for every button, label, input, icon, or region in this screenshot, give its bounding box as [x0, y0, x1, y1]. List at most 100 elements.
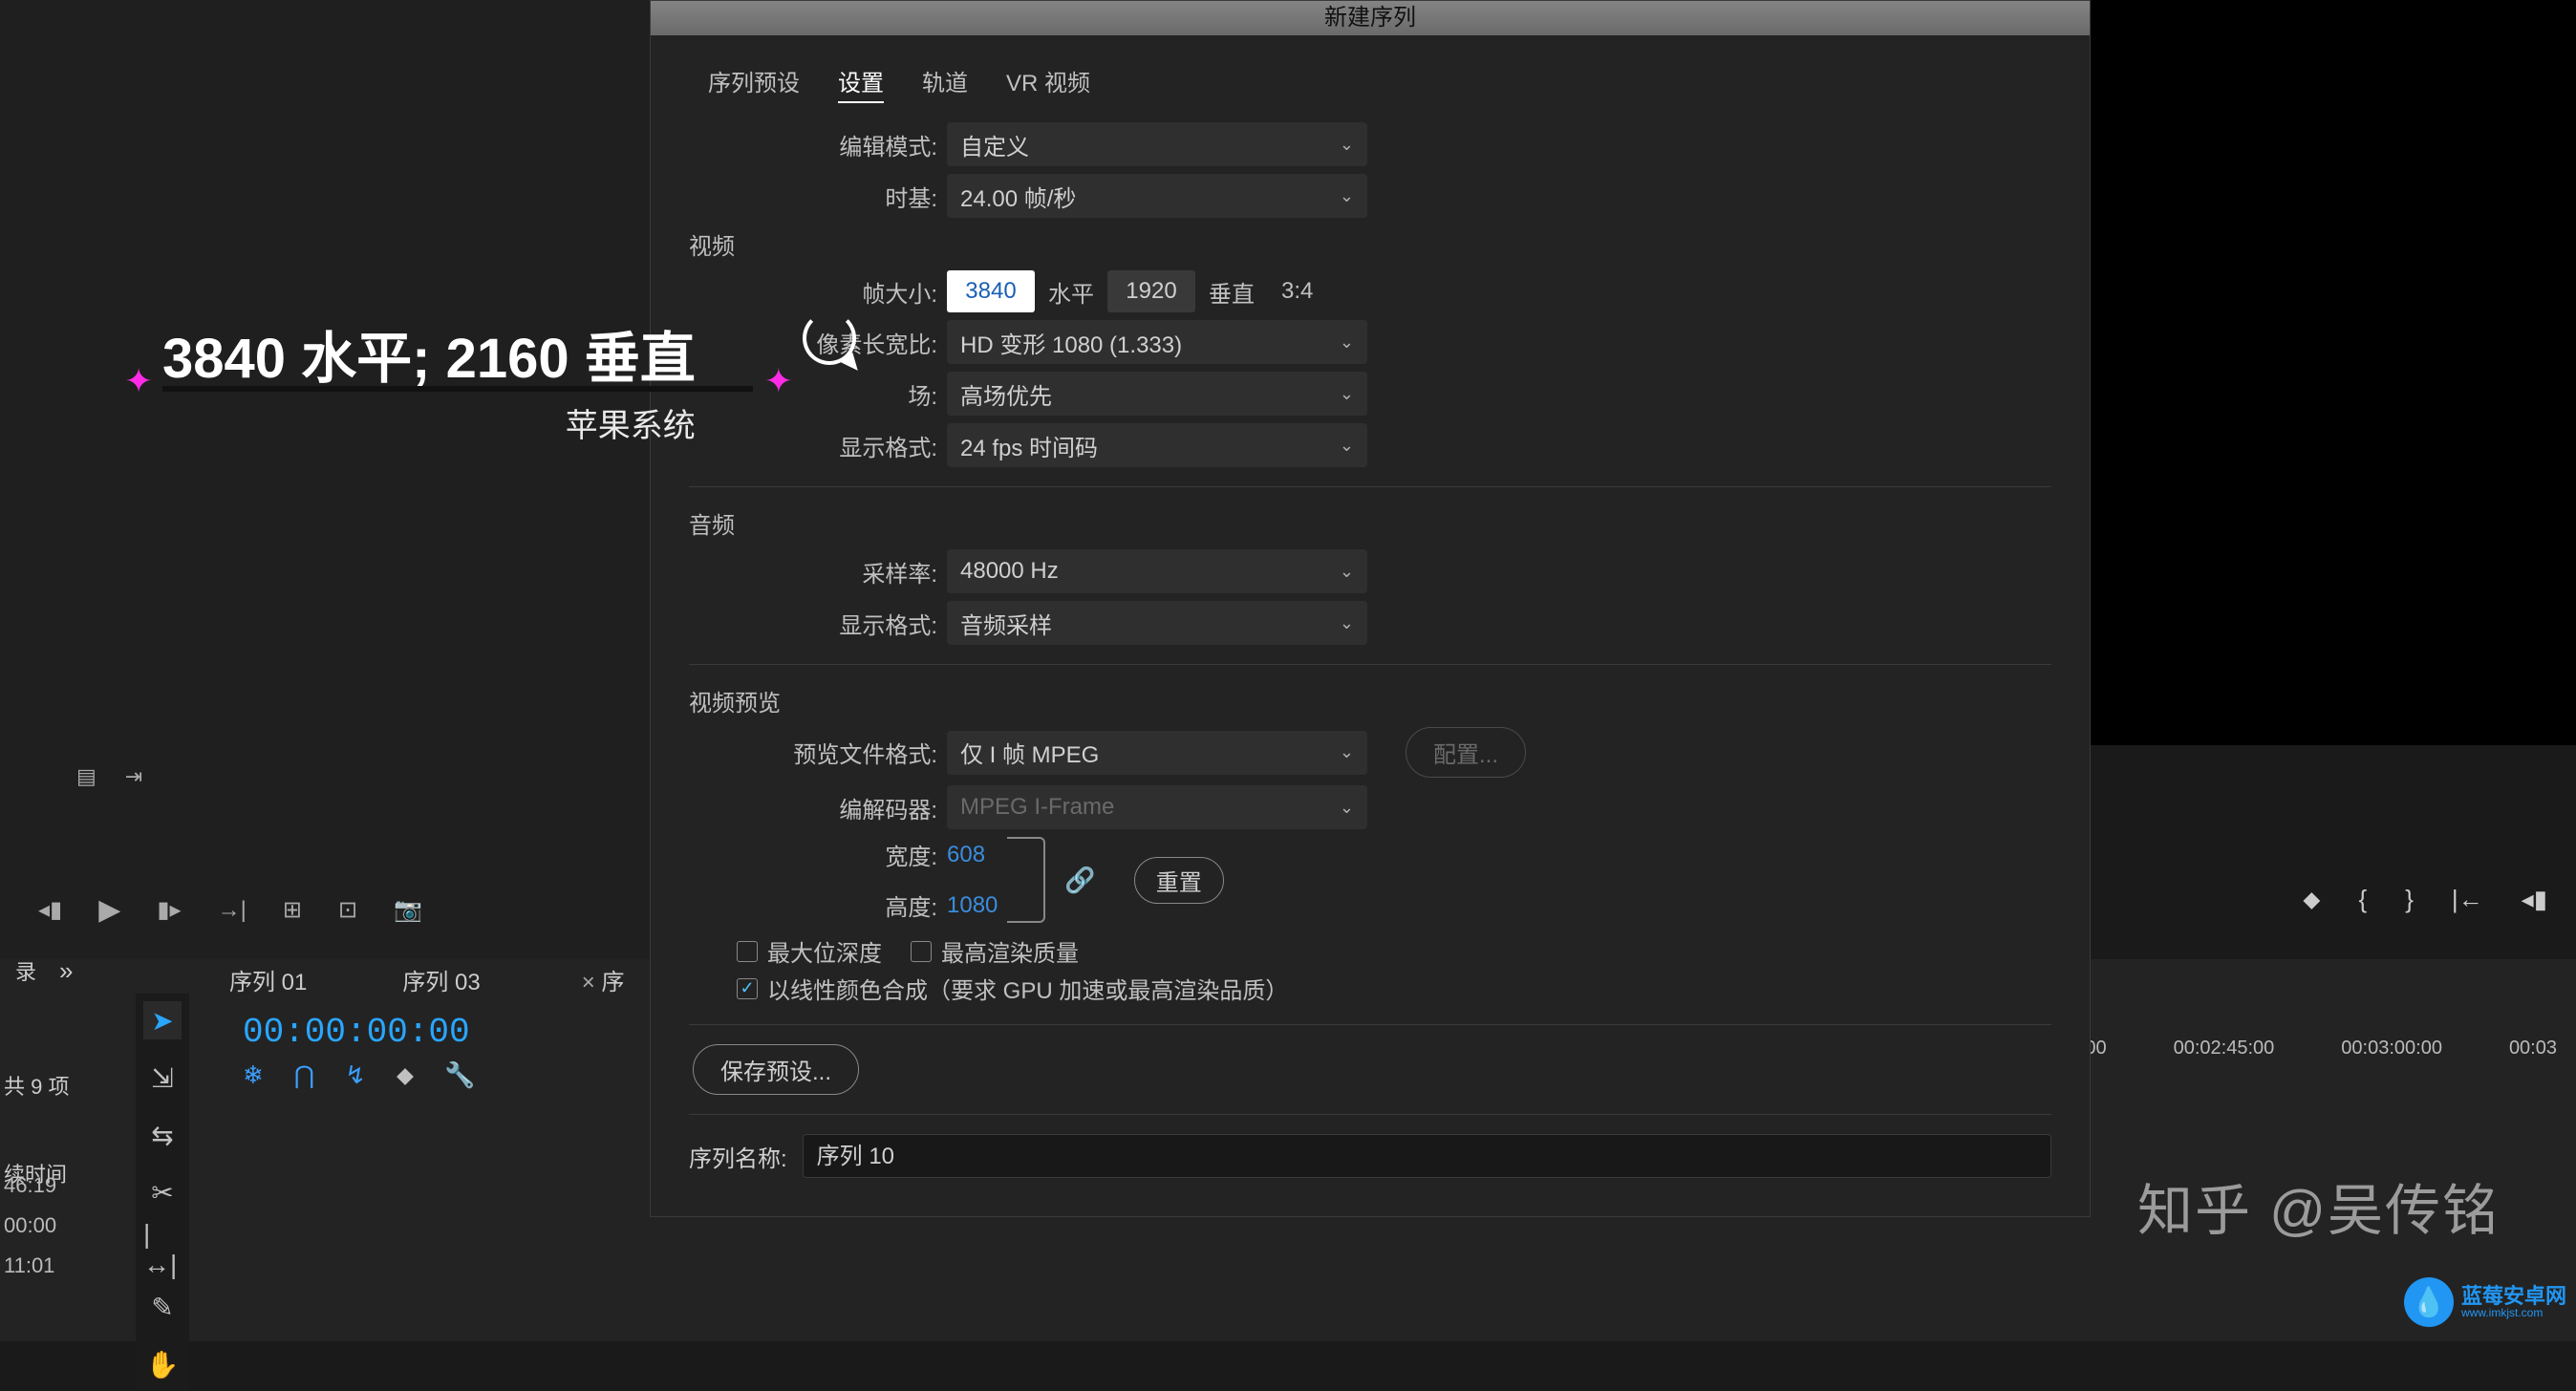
out-point-icon[interactable]: }	[2405, 885, 2414, 915]
slip-tool-icon[interactable]: |↔|	[143, 1230, 182, 1269]
dialog-body: 序列预设 设置 轨道 VR 视频 编辑模式: 自定义 ⌄ 时基: 24.00 帧…	[651, 35, 2090, 1216]
step-back-icon[interactable]: ◂▮	[2522, 885, 2547, 915]
fields-value: 高场优先	[960, 377, 1052, 411]
frame-height-input[interactable]: 1920	[1107, 270, 1195, 312]
timebase-label: 时基:	[708, 180, 947, 213]
freeform-view-icon[interactable]: ⇥	[125, 764, 142, 789]
preview-file-format-value: 仅 I 帧 MPEG	[960, 736, 1099, 769]
preview-file-format-select[interactable]: 仅 I 帧 MPEG ⌄	[947, 731, 1367, 775]
razor-tool-icon[interactable]: ✂	[143, 1173, 182, 1211]
chevron-down-icon: ⌄	[1340, 436, 1354, 456]
edit-mode-select[interactable]: 自定义 ⌄	[947, 122, 1367, 166]
play-icon[interactable]: ▶	[98, 893, 120, 927]
timeline-tabs: 序列 01 序列 03 × 序	[229, 963, 624, 996]
sample-rate-select[interactable]: 48000 Hz ⌄	[947, 549, 1367, 593]
step-back-icon[interactable]: ◂▮	[38, 896, 62, 924]
checkbox-checked-icon: ✓	[737, 978, 758, 999]
video-heading: 视频	[689, 227, 2051, 261]
checkbox-icon	[737, 941, 758, 962]
divider	[689, 664, 2051, 665]
timecode[interactable]: 00:00:00:00	[243, 1013, 470, 1052]
selection-tool-icon[interactable]: ➤	[143, 1001, 182, 1039]
magnet-icon[interactable]: ⋂	[294, 1060, 314, 1091]
insert-icon[interactable]: ⊞	[283, 896, 302, 924]
sample-rate-value: 48000 Hz	[960, 558, 1059, 585]
annotation-overlay: ✦ 3840 水平; 2160 垂直 苹果系统 ✦	[162, 313, 696, 446]
height-value[interactable]: 1080	[947, 892, 998, 919]
tab-settings[interactable]: 设置	[838, 64, 884, 103]
transport-controls: ◂▮ ▶ ▮▸ →| ⊞ ⊡ 📷	[38, 893, 422, 927]
settings-icon[interactable]: 🔧	[444, 1060, 475, 1091]
anchor-cross-icon: ✦	[124, 371, 151, 397]
audio-display-format-select[interactable]: 音频采样 ⌄	[947, 601, 1367, 645]
max-render-checkbox[interactable]: 最高渲染质量	[911, 934, 1079, 968]
marker-icon[interactable]: ⬥	[397, 1060, 414, 1091]
items-count: 共 9 项	[4, 1070, 105, 1101]
chevron-down-icon: ⌄	[1340, 332, 1354, 353]
tab-tracks[interactable]: 轨道	[922, 64, 968, 103]
pixel-aspect-select[interactable]: HD 变形 1080 (1.333) ⌄	[947, 320, 1367, 364]
fields-select[interactable]: 高场优先 ⌄	[947, 372, 1367, 416]
right-transport-controls: ⬥ { } |← ◂▮	[2303, 885, 2547, 915]
step-forward-icon[interactable]: ▮▸	[157, 896, 181, 924]
watermark-text: 知乎 @吴传铭	[2137, 1166, 2500, 1246]
list-view-icon[interactable]: ▤	[76, 764, 97, 789]
display-format-select[interactable]: 24 fps 时间码 ⌄	[947, 423, 1367, 467]
frame-width-input[interactable]: 3840	[947, 270, 1035, 312]
time-tick: 00:03:00:00	[2341, 1038, 2442, 1059]
chevron-down-icon: ⌄	[1340, 135, 1354, 155]
edit-mode-value: 自定义	[960, 128, 1029, 161]
display-format-value: 24 fps 时间码	[960, 429, 1098, 462]
aspect-label: 3:4	[1281, 278, 1313, 305]
hand-tool-icon[interactable]: ✋	[143, 1345, 182, 1383]
divider	[689, 1024, 2051, 1025]
time-tick: 00:02:45:00	[2174, 1038, 2275, 1059]
tab-vr[interactable]: VR 视频	[1006, 64, 1090, 103]
config-button: 配置...	[1406, 727, 1526, 778]
go-to-in-icon[interactable]: |←	[2452, 885, 2483, 915]
timeline-tab[interactable]: × 序	[576, 963, 625, 996]
max-depth-checkbox[interactable]: 最大位深度	[737, 934, 882, 968]
width-value[interactable]: 608	[947, 842, 985, 868]
timeline-tab[interactable]: 序列 03	[402, 963, 480, 996]
timebase-select[interactable]: 24.00 帧/秒 ⌄	[947, 174, 1367, 218]
marker-icon[interactable]: ⬥	[2303, 885, 2320, 915]
chevron-down-icon: ⌄	[1340, 186, 1354, 206]
divider	[689, 486, 2051, 487]
dialog-title: 新建序列	[651, 1, 2090, 35]
sample-rate-label: 采样率:	[708, 555, 947, 588]
chevron-down-icon: ⌄	[1340, 742, 1354, 762]
track-select-tool-icon[interactable]: ⇲	[143, 1059, 182, 1097]
export-frame-icon[interactable]: 📷	[394, 896, 422, 924]
timeline-header-icons: ❄ ⋂ ↯ ⬥ 🔧	[243, 1060, 476, 1091]
dialog-tabs: 序列预设 设置 轨道 VR 视频	[689, 54, 2051, 113]
next-edit-icon[interactable]: →|	[218, 897, 247, 924]
reset-button[interactable]: 重置	[1134, 857, 1224, 904]
timeline-tab[interactable]: 序列 01	[229, 963, 307, 996]
record-label: 录	[15, 955, 36, 986]
seq-name-input[interactable]: 序列 10	[803, 1134, 2051, 1178]
save-preset-button[interactable]: 保存预设...	[693, 1044, 859, 1095]
general-fieldset: 编辑模式: 自定义 ⌄ 时基: 24.00 帧/秒 ⌄	[708, 122, 2051, 218]
chevron-right-icon[interactable]: »	[59, 956, 73, 986]
chevron-down-icon: ⌄	[1340, 798, 1354, 818]
linear-color-checkbox[interactable]: ✓ 以线性颜色合成（要求 GPU 加速或最高渲染品质）	[737, 972, 1288, 1005]
tab-label: 序	[601, 970, 624, 995]
max-depth-label: 最大位深度	[767, 934, 882, 968]
snap-icon[interactable]: ❄	[243, 1060, 264, 1091]
ripple-tool-icon[interactable]: ⇆	[143, 1116, 182, 1154]
linked-selection-icon[interactable]: ↯	[345, 1060, 366, 1091]
tab-presets[interactable]: 序列预设	[708, 64, 800, 103]
codec-select: MPEG I-Frame ⌄	[947, 785, 1367, 829]
close-icon[interactable]: ×	[582, 970, 595, 995]
logo-icon: 💧	[2404, 1277, 2454, 1327]
horizontal-label: 水平	[1048, 275, 1094, 309]
track-time: 00:00	[4, 1206, 56, 1246]
edit-mode-label: 编辑模式:	[708, 128, 947, 161]
in-point-icon[interactable]: {	[2359, 885, 2368, 915]
pen-tool-icon[interactable]: ✎	[143, 1288, 182, 1326]
link-icon[interactable]: 🔗	[1064, 866, 1095, 895]
timebase-value: 24.00 帧/秒	[960, 180, 1076, 213]
track-time: 46:19	[4, 1166, 56, 1206]
overwrite-icon[interactable]: ⊡	[338, 896, 357, 924]
